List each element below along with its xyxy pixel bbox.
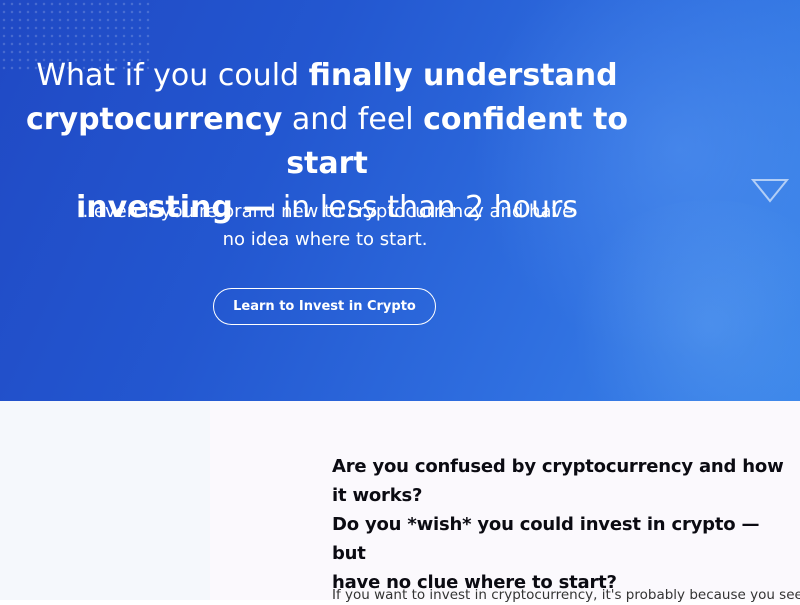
subhead-line: no idea where to start.: [222, 229, 428, 250]
question-line: Are you confused by cryptocurrency and h…: [332, 456, 784, 477]
triangle-down-outline-icon: [751, 179, 789, 203]
subhead-line: ...even if you're brand new to cryptocur…: [76, 201, 574, 222]
headline-text: What if you could: [36, 58, 309, 93]
question-line: it works?: [332, 485, 423, 506]
hero-section: What if you could finally understand cry…: [0, 0, 800, 401]
headline-text: and feel: [282, 102, 424, 137]
headline-emphasis: cryptocurrency: [25, 102, 283, 137]
hero-subheadline: ...even if you're brand new to cryptocur…: [50, 198, 600, 254]
intro-body-text: If you want to invest in cryptocurrency,…: [332, 587, 800, 603]
intro-question-heading: Are you confused by cryptocurrency and h…: [332, 452, 792, 597]
learn-to-invest-button[interactable]: Learn to Invest in Crypto: [213, 288, 436, 325]
headline-emphasis: finally understand: [308, 58, 618, 93]
intro-image-panel: [0, 401, 210, 600]
question-line: Do you *wish* you could invest in crypto…: [332, 514, 760, 564]
